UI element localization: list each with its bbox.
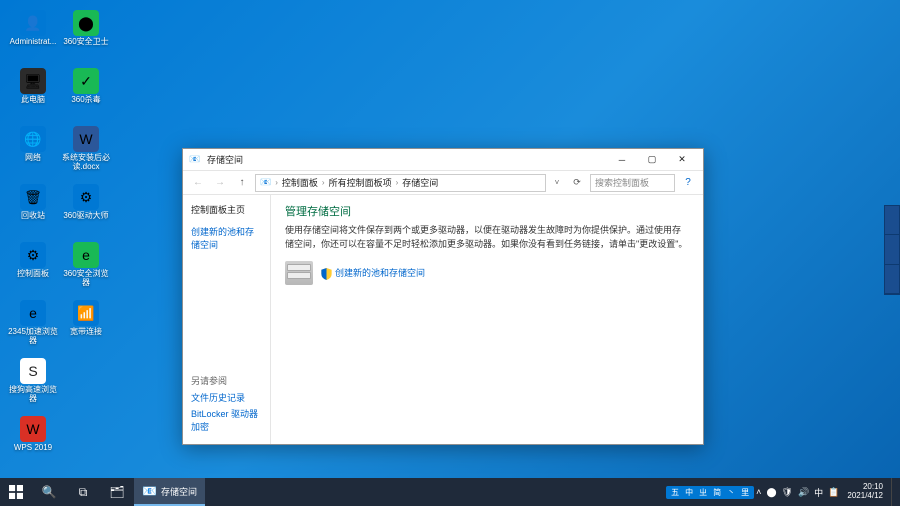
content-area: 管理存储空间 使用存储空间将文件保存到两个或更多驱动器，以便在驱动器发生故障时为… — [271, 195, 703, 444]
taskbar: 🔍 ⧉ 🗂 📧存储空间 五中ㄓ简丶里 ˄⬤🛡🔊中📋 20:10 2021/4/1… — [0, 478, 900, 506]
icon-label: Administrat... — [10, 38, 57, 47]
icon-glyph: 🖥 — [20, 68, 46, 94]
tray-icon[interactable]: ⬤ — [766, 487, 776, 498]
icon-glyph: 🗑 — [20, 184, 46, 210]
icon-glyph: ⬤ — [73, 10, 99, 36]
ime-bar[interactable]: 五中ㄓ简丶里 — [666, 486, 754, 499]
system-tray: 五中ㄓ简丶里 ˄⬤🛡🔊中📋 20:10 2021/4/12 — [666, 478, 900, 506]
close-button[interactable]: ✕ — [667, 150, 697, 170]
desktop-icon[interactable]: 🖥 此电脑 — [8, 66, 58, 121]
bitlocker-link[interactable]: BitLocker 驱动器加密 — [191, 407, 262, 433]
show-desktop-button[interactable] — [891, 478, 896, 506]
maximize-button[interactable]: ▢ — [637, 150, 667, 170]
shield-icon — [321, 268, 332, 280]
see-also-header: 另请参阅 — [191, 374, 262, 387]
icon-glyph: e — [20, 300, 46, 326]
desktop-icon[interactable]: ⚙ 360驱动大师 — [61, 182, 111, 237]
ime-item[interactable]: 中 — [683, 487, 695, 498]
icon-label: 控制面板 — [17, 270, 49, 279]
ime-item[interactable]: ㄓ — [697, 487, 709, 498]
search-button[interactable]: 🔍 — [32, 478, 66, 506]
tray-icon[interactable]: 📋 — [828, 487, 839, 498]
up-button[interactable]: ↑ — [233, 174, 251, 192]
desktop-icon[interactable]: ⬤ 360安全卫士 — [61, 8, 111, 63]
desktop-icon[interactable]: W 系统安装后必读.docx — [61, 124, 111, 179]
control-panel-window: 📧 存储空间 ─ ▢ ✕ ← → ↑ 📧 › 控制面板 › 所有控制面板项 › … — [182, 148, 704, 445]
titlebar: 📧 存储空间 ─ ▢ ✕ — [183, 149, 703, 171]
right-side-widget[interactable] — [884, 205, 900, 295]
window-title: 存储空间 — [207, 153, 607, 166]
sidebar: 控制面板主页 创建新的池和存储空间 另请参阅 文件历史记录 BitLocker … — [183, 195, 271, 444]
icon-label: 网络 — [25, 154, 41, 163]
create-pool-link[interactable]: 创建新的池和存储空间 — [191, 226, 262, 251]
ime-item[interactable]: 简 — [711, 487, 723, 498]
address-dropdown[interactable]: ˅ — [550, 178, 564, 187]
icon-label: 360驱动大师 — [63, 212, 108, 221]
icon-glyph: ✓ — [73, 68, 99, 94]
icon-label: 回收站 — [21, 212, 45, 221]
breadcrumb-item[interactable]: 存储空间 — [402, 176, 438, 189]
icon-label: 宽带连接 — [70, 328, 102, 337]
window-icon: 📧 — [189, 154, 201, 166]
task-view-button[interactable]: ⧉ — [66, 478, 100, 506]
file-explorer-button[interactable]: 🗂 — [100, 478, 134, 506]
content-heading: 管理存储空间 — [285, 203, 689, 219]
desktop-icon[interactable]: 🌐 网络 — [8, 124, 58, 179]
desktop-icon[interactable]: e 360安全浏览器 — [61, 240, 111, 295]
icon-glyph: ⚙ — [20, 242, 46, 268]
icon-label: 此电脑 — [21, 96, 45, 105]
icon-glyph: e — [73, 242, 99, 268]
help-button[interactable]: ? — [679, 177, 697, 188]
ime-item[interactable]: 五 — [669, 487, 681, 498]
icon-glyph: W — [20, 416, 46, 442]
desktop-icon[interactable]: ⚙ 控制面板 — [8, 240, 58, 295]
address-bar[interactable]: 📧 › 控制面板 › 所有控制面板项 › 存储空间 — [255, 174, 546, 192]
icon-glyph: S — [20, 358, 46, 384]
start-button[interactable] — [0, 478, 32, 506]
breadcrumb-item[interactable]: 所有控制面板项 — [329, 176, 392, 189]
icon-label: 2345加速浏览器 — [8, 328, 58, 346]
control-panel-home-link[interactable]: 控制面板主页 — [191, 203, 262, 216]
desktop-icon[interactable]: ✓ 360杀毒 — [61, 66, 111, 121]
icon-label: 360杀毒 — [71, 96, 100, 105]
icon-label: 系统安装后必读.docx — [61, 154, 111, 172]
icon-glyph: 🌐 — [20, 126, 46, 152]
minimize-button[interactable]: ─ — [607, 150, 637, 170]
search-input[interactable]: 搜索控制面板 — [590, 174, 675, 192]
icon-label: 360安全浏览器 — [61, 270, 111, 288]
clock[interactable]: 20:10 2021/4/12 — [841, 483, 889, 501]
tray-icon[interactable]: 🔊 — [798, 487, 809, 498]
desktop-icon[interactable]: 👤 Administrat... — [8, 8, 58, 63]
refresh-button[interactable]: ⟳ — [568, 177, 586, 188]
desktop-icon[interactable]: e 2345加速浏览器 — [8, 298, 58, 353]
desktop-icon[interactable]: S 搜狗高速浏览器 — [8, 356, 58, 411]
storage-spaces-task[interactable]: 📧存储空间 — [134, 478, 205, 506]
icon-label: 360安全卫士 — [63, 38, 108, 47]
back-button[interactable]: ← — [189, 174, 207, 192]
icon-glyph: 👤 — [20, 10, 46, 36]
icon-glyph: 📶 — [73, 300, 99, 326]
create-pool-content-link[interactable]: 创建新的池和存储空间 — [335, 268, 425, 278]
breadcrumb-item[interactable]: 控制面板 — [282, 176, 318, 189]
content-description: 使用存储空间将文件保存到两个或更多驱动器，以便在驱动器发生故障时为你提供保护。通… — [285, 224, 689, 251]
tray-icon[interactable]: ˄ — [756, 487, 761, 497]
desktop-icon[interactable]: W WPS 2019 — [8, 414, 58, 469]
desktop-icon[interactable]: 🗑 回收站 — [8, 182, 58, 237]
forward-button[interactable]: → — [211, 174, 229, 192]
tray-icon[interactable]: 🛡 — [782, 487, 793, 498]
icon-label: WPS 2019 — [14, 444, 52, 453]
address-icon: 📧 — [260, 177, 271, 188]
ime-item[interactable]: 里 — [739, 487, 751, 498]
tray-icon[interactable]: 中 — [814, 486, 823, 499]
ime-item[interactable]: 丶 — [725, 487, 737, 498]
drives-icon — [285, 261, 313, 285]
desktop-icon[interactable]: 📶 宽带连接 — [61, 298, 111, 353]
icon-glyph: ⚙ — [73, 184, 99, 210]
icon-label: 搜狗高速浏览器 — [8, 386, 58, 404]
icon-glyph: W — [73, 126, 99, 152]
nav-bar: ← → ↑ 📧 › 控制面板 › 所有控制面板项 › 存储空间 ˅ ⟳ 搜索控制… — [183, 171, 703, 195]
file-history-link[interactable]: 文件历史记录 — [191, 391, 262, 404]
